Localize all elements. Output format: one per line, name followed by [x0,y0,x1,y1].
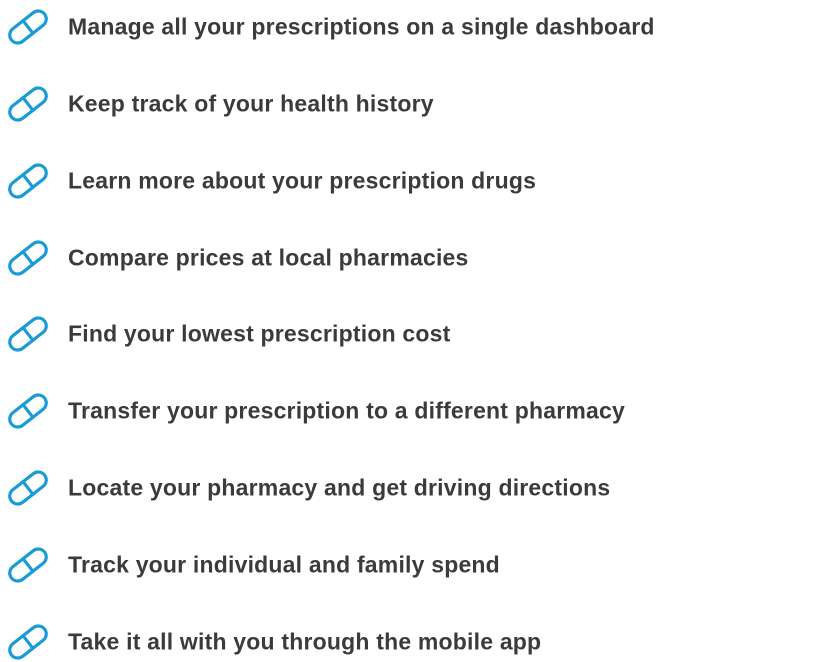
feature-label: Locate your pharmacy and get driving dir… [68,474,611,501]
feature-label: Keep track of your health history [68,90,434,117]
pill-capsule-icon [4,391,52,431]
feature-label: Learn more about your prescription drugs [68,167,537,194]
feature-label: Compare prices at local pharmacies [68,244,469,271]
feature-label: Track your individual and family spend [68,551,500,578]
pill-capsule-icon [4,545,52,585]
feature-label: Find your lowest prescription cost [68,320,451,347]
pill-capsule-icon [4,314,52,354]
pill-capsule-icon [4,161,52,201]
pill-capsule-icon [4,622,52,662]
pill-capsule-icon [4,7,52,47]
feature-label: Take it all with you through the mobile … [68,628,542,655]
pill-capsule-icon [4,468,52,508]
feature-label: Manage all your prescriptions on a singl… [68,13,655,40]
feature-label: Transfer your prescription to a differen… [68,397,626,424]
pill-capsule-icon [4,238,52,278]
pill-capsule-icon [4,84,52,124]
